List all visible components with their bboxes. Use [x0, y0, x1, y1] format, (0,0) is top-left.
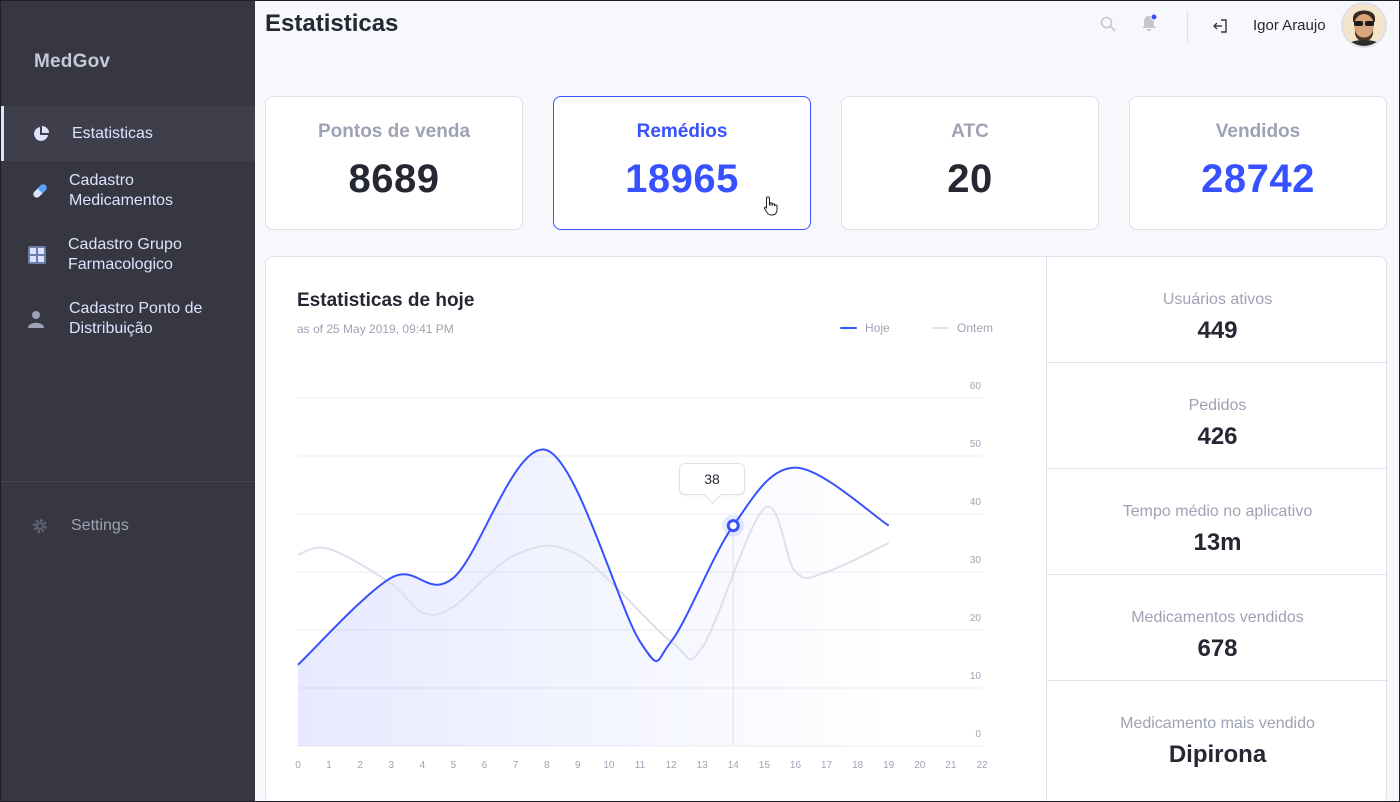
x-tick-label: 15 [759, 760, 771, 771]
x-tick-label: 2 [357, 760, 363, 771]
x-tick-label: 10 [603, 760, 615, 771]
pie-chart-icon [32, 125, 50, 143]
sidebar-item-cadastro-ponto[interactable]: Cadastro Ponto de Distribuição [1, 295, 255, 343]
grid-icon [28, 246, 46, 264]
stat-usuarios-ativos: Usuários ativos 449 [1047, 257, 1388, 363]
card-title: Remédios [636, 121, 728, 142]
line-chart[interactable]: 01020304050600 1 2 3 4 5 6 7 8 9 10 11 12 13 14 15 16 17 1… [266, 257, 1046, 802]
y-tick-label: 40 [970, 497, 982, 508]
logout-icon[interactable] [1211, 17, 1229, 35]
hand-cursor-icon [763, 196, 779, 221]
x-tick-label: 13 [697, 760, 709, 771]
x-tick-label: 20 [914, 760, 926, 771]
pill-icon [31, 182, 49, 200]
stat-medicamento-mais-vendido: Medicamento mais vendido Dipirona [1047, 681, 1388, 787]
x-tick-label: 8 [544, 760, 550, 771]
y-tick-label: 10 [970, 671, 982, 682]
card-pontos-de-venda[interactable]: Pontos de venda 8689 [265, 96, 523, 230]
gear-icon [31, 517, 49, 535]
y-tick-label: 20 [970, 613, 982, 624]
sidebar-item-cadastro-grupo[interactable]: Cadastro Grupo Farmacologico [1, 231, 255, 279]
user-icon [27, 310, 45, 328]
sidebar-item-label: Cadastro Grupo Farmacologico [68, 236, 182, 273]
sidebar-item-settings[interactable]: Settings [1, 506, 255, 546]
x-tick-label: 12 [666, 760, 678, 771]
x-tick-label: 7 [513, 760, 519, 771]
x-tick-label: 22 [976, 760, 988, 771]
stat-medicamentos-vendidos: Medicamentos vendidos 678 [1047, 575, 1388, 681]
avatar[interactable] [1341, 2, 1387, 48]
bell-icon[interactable] [1139, 13, 1159, 33]
card-vendidos[interactable]: Vendidos 28742 [1129, 96, 1387, 230]
x-tick-label: 4 [420, 760, 426, 771]
card-title: Pontos de venda [317, 121, 471, 142]
stat-value: 449 [1197, 317, 1238, 344]
chart-tooltip: 38 [679, 463, 745, 495]
page-title: Estatisticas [265, 10, 399, 37]
card-atc[interactable]: ATC 20 [841, 96, 1099, 230]
stat-value: 678 [1197, 635, 1238, 662]
search-icon[interactable] [1099, 15, 1117, 33]
x-tick-label: 3 [388, 760, 394, 771]
sidebar-item-estatisticas[interactable]: Estatisticas [1, 106, 255, 161]
y-tick-label: 30 [970, 555, 982, 566]
card-value: 28742 [1201, 157, 1315, 201]
y-tick-label: 50 [970, 439, 982, 450]
stat-label: Medicamentos vendidos [1131, 609, 1304, 626]
sidebar-item-label: Settings [71, 517, 129, 534]
user-name[interactable]: Igor Araujo [1253, 17, 1326, 34]
stat-label: Medicamento mais vendido [1120, 715, 1315, 732]
x-tick-label: 0 [295, 760, 301, 771]
stat-value: Dipirona [1168, 741, 1267, 768]
sidebar: MedGov Estatisticas Cadastro Medicamento… [1, 1, 255, 801]
x-tick-label: 14 [728, 760, 740, 771]
x-tick-label: 19 [883, 760, 895, 771]
stats-column: Usuários ativos 449 Pedidos 426 Tempo mé… [1046, 257, 1388, 801]
highlight-point [726, 519, 740, 533]
stat-value: 426 [1197, 423, 1238, 450]
header-divider [1187, 11, 1188, 43]
stat-value: 13m [1193, 529, 1242, 556]
card-title: Vendidos [1215, 121, 1301, 142]
sidebar-item-label: Estatisticas [72, 124, 153, 142]
x-tick-label: 16 [790, 760, 802, 771]
stat-pedidos: Pedidos 426 [1047, 363, 1388, 469]
x-tick-label: 5 [451, 760, 457, 771]
stat-label: Pedidos [1188, 397, 1247, 414]
x-tick-label: 1 [326, 760, 332, 771]
chart-panel: Estatisticas de hoje as of 25 May 2019, … [265, 256, 1388, 802]
x-tick-label: 9 [575, 760, 581, 771]
series-area-hoje [298, 449, 889, 746]
x-tick-label: 18 [852, 760, 864, 771]
x-tick-label: 17 [821, 760, 833, 771]
sidebar-item-cadastro-medicamentos[interactable]: Cadastro Medicamentos [1, 167, 255, 215]
brand-logo[interactable]: MedGov [34, 51, 110, 73]
x-tick-label: 21 [945, 760, 957, 771]
app-window: MedGov Estatisticas Cadastro Medicamento… [0, 0, 1400, 802]
card-title: ATC [951, 121, 989, 142]
stat-label: Tempo médio no aplicativo [1122, 503, 1313, 520]
card-value: 20 [947, 157, 993, 201]
x-tick-label: 11 [635, 760, 646, 771]
sidebar-item-label: Cadastro Ponto de Distribuição [69, 300, 203, 337]
sidebar-item-label: Cadastro Medicamentos [69, 172, 174, 209]
card-value: 8689 [348, 157, 440, 201]
y-tick-label: 0 [975, 729, 981, 740]
stat-label: Usuários ativos [1162, 291, 1273, 308]
stat-tempo-medio: Tempo médio no aplicativo 13m [1047, 469, 1388, 575]
y-tick-label: 60 [970, 381, 982, 392]
x-tick-label: 6 [482, 760, 488, 771]
sidebar-divider [1, 481, 255, 482]
